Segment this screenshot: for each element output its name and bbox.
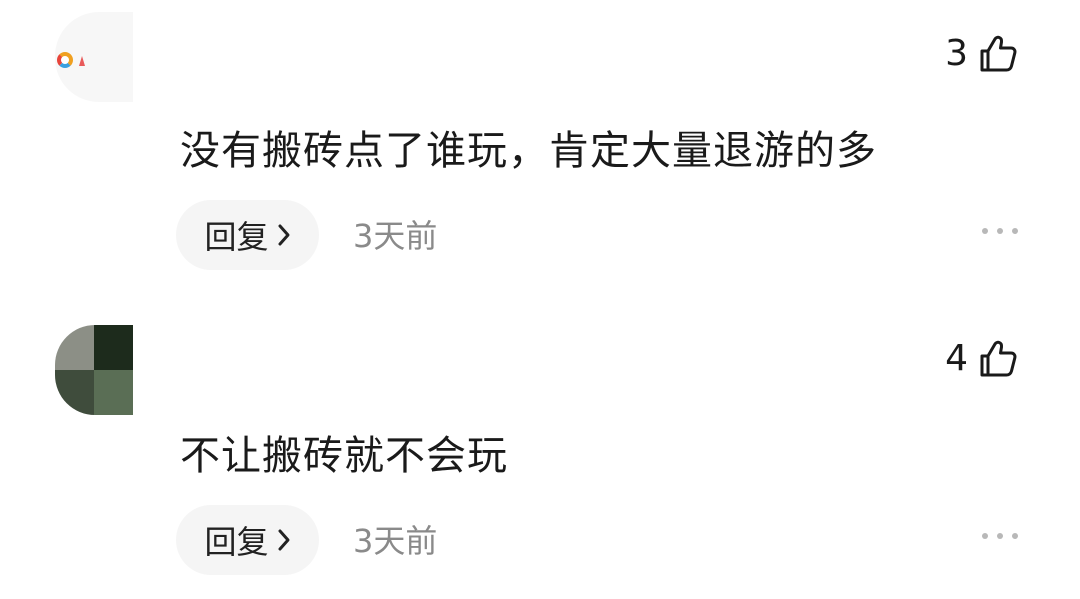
avatar-logo-ring <box>57 52 73 68</box>
comment-item: 3 没有搬砖点了谁玩，肯定大量退游的多 回复 3天前 <box>0 0 1080 290</box>
avatar[interactable] <box>55 325 133 415</box>
avatar-logo-mark <box>79 56 85 66</box>
thumb-up-icon <box>980 340 1017 377</box>
more-dot <box>997 228 1003 234</box>
reply-label: 回复 <box>204 218 269 256</box>
more-dot <box>1012 533 1018 539</box>
avatar-tile <box>55 370 94 415</box>
like-button[interactable]: 3 <box>945 34 1018 74</box>
comment-timestamp: 3天前 <box>353 522 438 560</box>
comment-timestamp: 3天前 <box>353 217 438 255</box>
more-horizontal-icon[interactable] <box>982 228 1018 234</box>
avatar-tile <box>55 325 94 370</box>
comment-text: 不让搬砖就不会玩 <box>180 433 508 479</box>
more-dot <box>1012 228 1018 234</box>
avatar-tile <box>94 325 133 370</box>
like-count: 4 <box>945 338 968 379</box>
comment-text: 没有搬砖点了谁玩，肯定大量退游的多 <box>180 128 877 174</box>
more-horizontal-icon[interactable] <box>982 533 1018 539</box>
reply-button[interactable]: 回复 <box>176 200 319 270</box>
chevron-right-icon <box>278 529 289 551</box>
comment-item: 4 不让搬砖就不会玩 回复 3天前 <box>0 305 1080 595</box>
chevron-right-icon <box>278 224 289 246</box>
more-dot <box>982 533 988 539</box>
more-dot <box>982 228 988 234</box>
like-button[interactable]: 4 <box>945 339 1018 379</box>
avatar[interactable] <box>55 12 133 102</box>
reply-button[interactable]: 回复 <box>176 505 319 575</box>
like-count: 3 <box>945 33 968 74</box>
thumb-up-icon <box>980 35 1017 72</box>
reply-label: 回复 <box>204 523 269 561</box>
more-dot <box>997 533 1003 539</box>
avatar-tile <box>94 370 133 415</box>
